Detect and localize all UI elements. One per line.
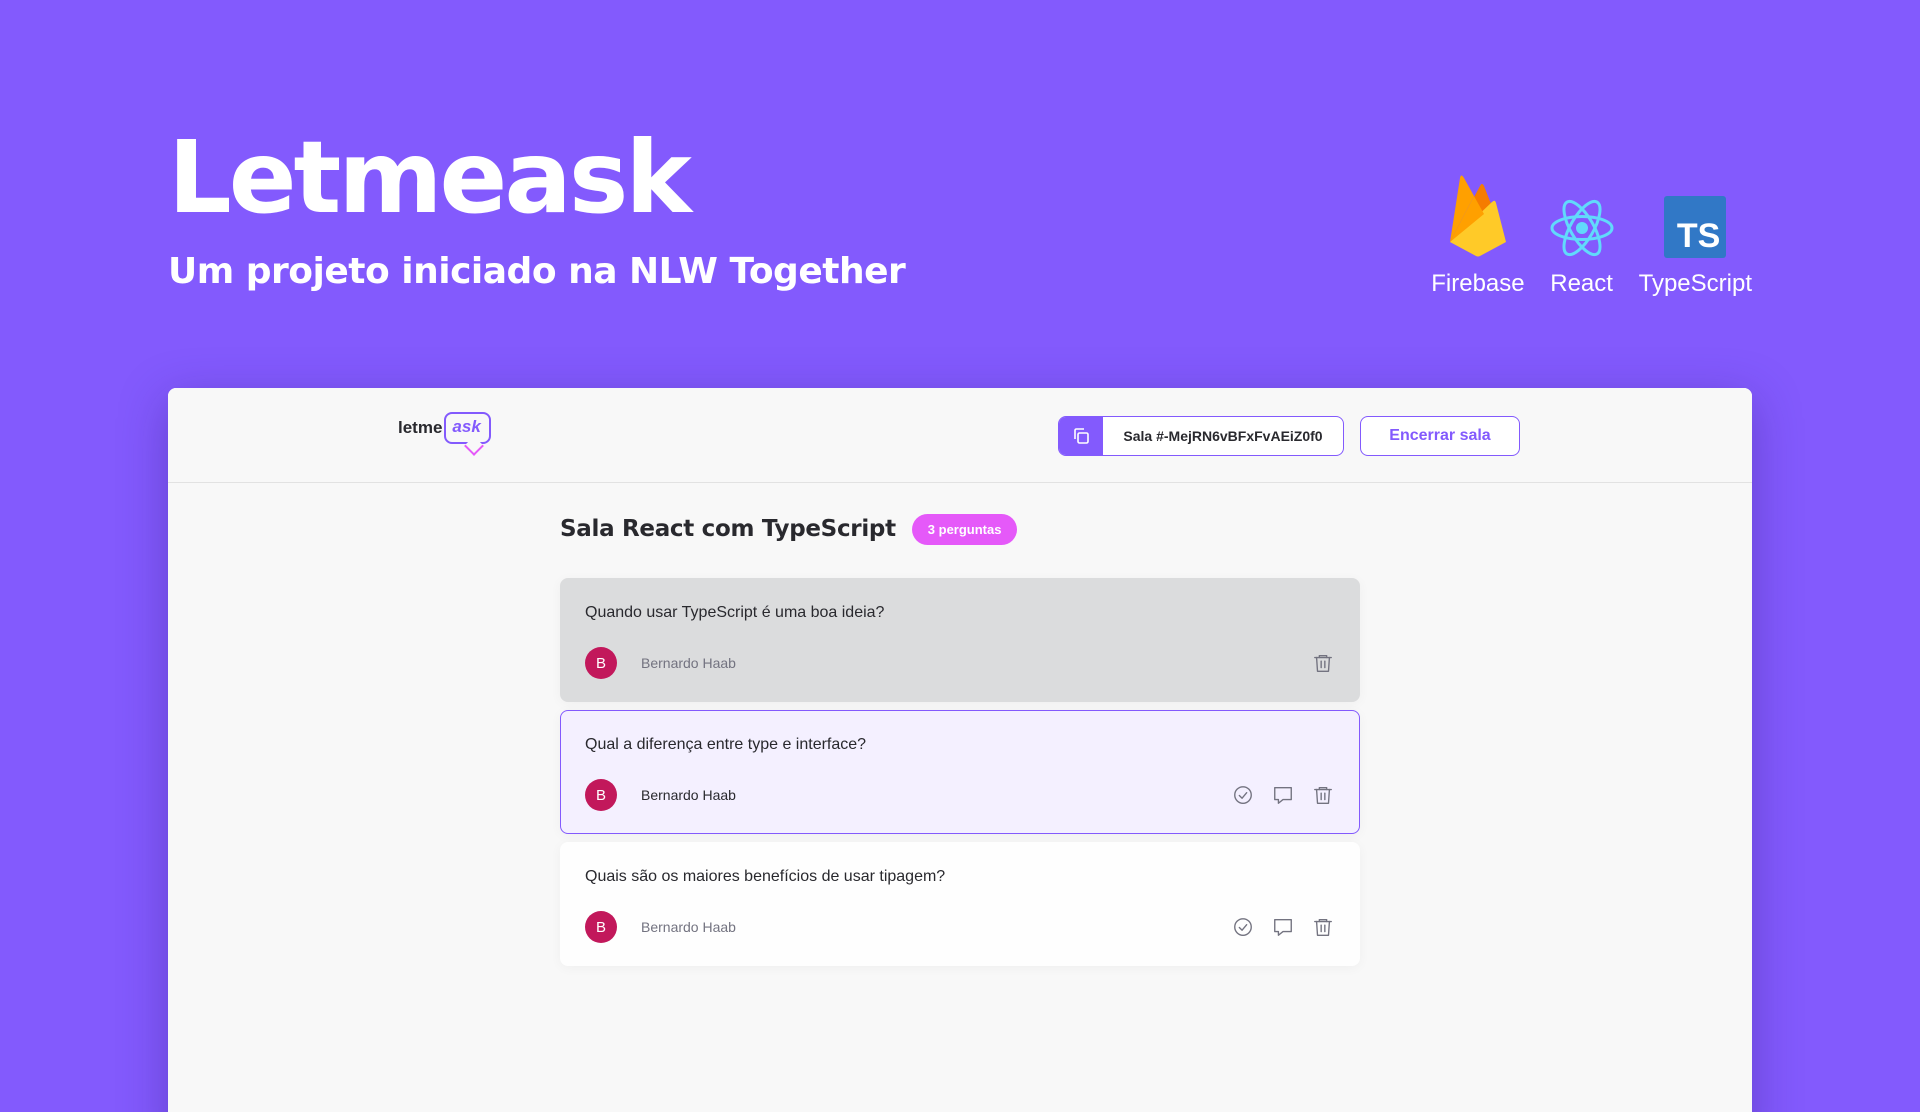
question-text: Quando usar TypeScript é uma boa ideia? [585,604,885,621]
delete-icon[interactable] [1311,915,1335,939]
question-card: Qual a diferença entre type e interface?… [560,710,1360,834]
tech-stack: Firebase React TS TypeScript [1431,168,1752,298]
tech-react: React [1549,168,1615,298]
room-code-button[interactable]: Sala #-MejRN6vBFxFvAEiZ0f0 [1058,416,1344,456]
question-list: Quando usar TypeScript é uma boa ideia? … [560,578,1360,966]
app-window: letme ask Sala #-MejRN6vBFxFvAEiZ0f0 Enc… [168,388,1752,1112]
hero-subtitle: Um projeto iniciado na NLW Together [168,251,906,292]
question-author: B Bernardo Haab [585,911,736,943]
tech-label: Firebase [1431,270,1525,297]
copy-icon[interactable] [1059,417,1103,455]
firebase-icon [1449,175,1506,257]
avatar: B [585,779,617,811]
tech-typescript: TS TypeScript [1639,168,1752,298]
delete-icon[interactable] [1311,651,1335,675]
room-code-text: Sala #-MejRN6vBFxFvAEiZ0f0 [1123,428,1323,444]
tech-firebase: Firebase [1431,168,1525,298]
author-name: Bernardo Haab [641,919,736,935]
question-author: B Bernardo Haab [585,779,736,811]
question-card: Quais são os maiores benefícios de usar … [560,842,1360,966]
letmeask-logo[interactable]: letme ask [398,412,491,444]
hero-title: Letmeask [168,119,692,236]
avatar: B [585,911,617,943]
app-header: letme ask Sala #-MejRN6vBFxFvAEiZ0f0 Enc… [168,388,1752,483]
question-card: Quando usar TypeScript é uma boa ideia? … [560,578,1360,702]
question-count-badge: 3 perguntas [911,513,1018,545]
author-name: Bernardo Haab [641,655,736,671]
chat-bubble-icon[interactable] [1271,915,1295,939]
author-name: Bernardo Haab [641,787,736,803]
question-text: Quais são os maiores benefícios de usar … [585,868,946,885]
check-circle-icon[interactable] [1231,783,1255,807]
question-author: B Bernardo Haab [585,647,736,679]
room-content: Sala React com TypeScript 3 perguntas Qu… [560,512,1360,966]
tech-label: TypeScript [1638,270,1752,297]
avatar: B [585,647,617,679]
question-text: Qual a diferença entre type e interface? [585,736,867,753]
react-icon [1550,199,1614,257]
delete-icon[interactable] [1311,783,1335,807]
tech-label: React [1550,270,1613,297]
chat-bubble-icon[interactable] [1271,783,1295,807]
typescript-icon: TS [1664,196,1727,258]
room-title: Sala React com TypeScript [560,516,896,542]
end-room-button[interactable]: Encerrar sala [1360,416,1520,456]
check-circle-icon[interactable] [1231,915,1255,939]
